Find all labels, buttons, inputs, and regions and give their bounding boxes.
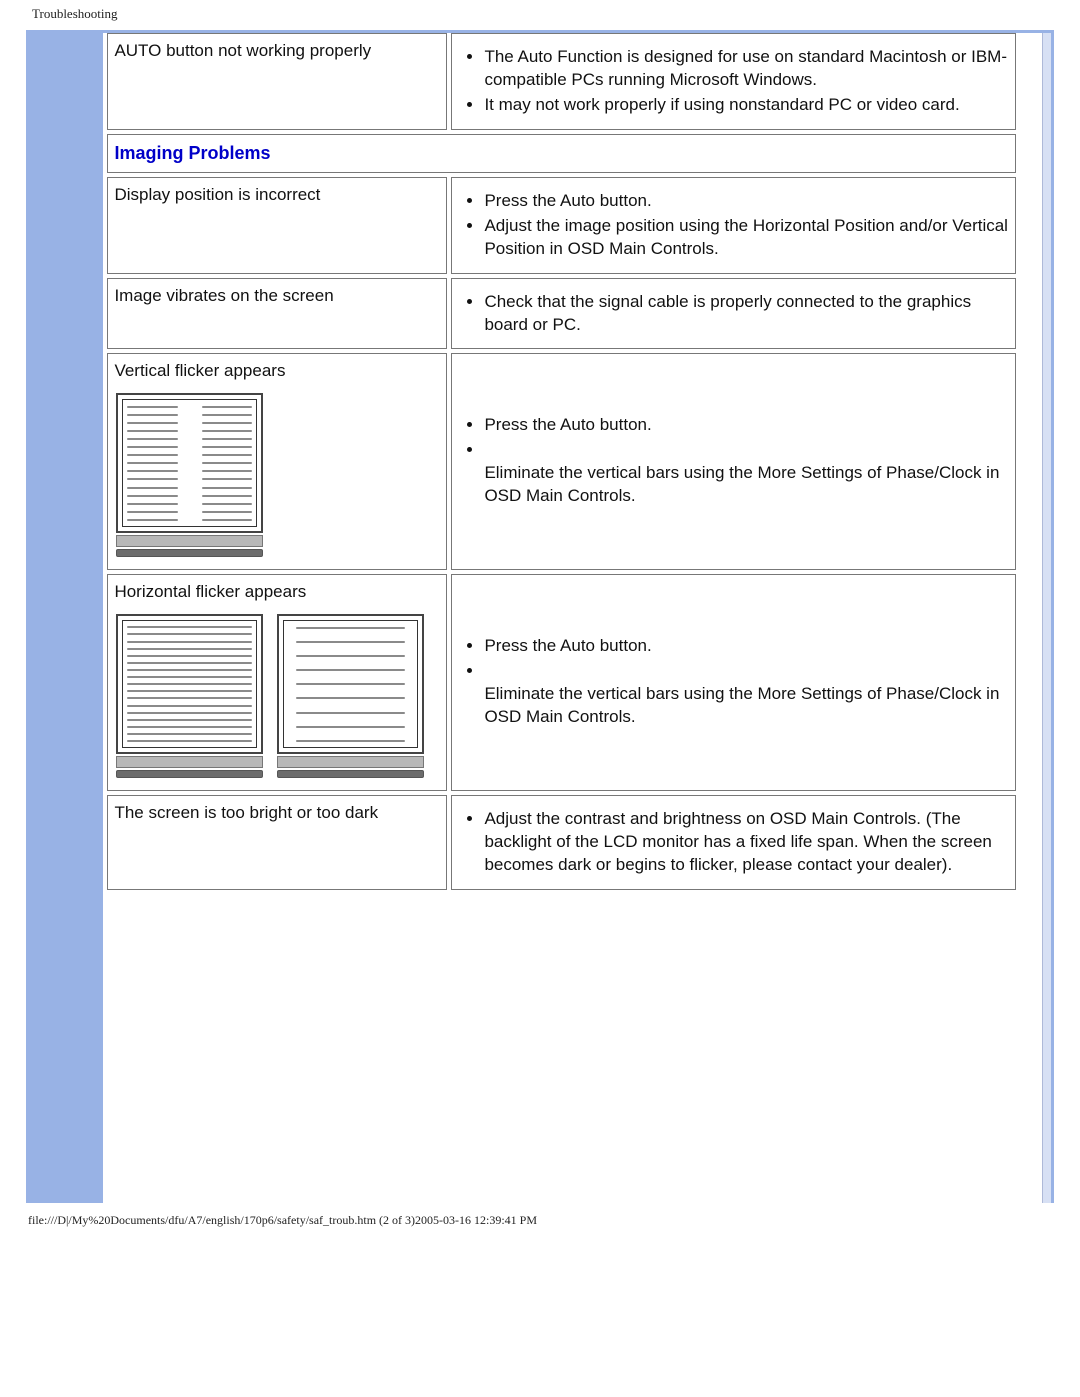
- list-item-text: Eliminate the vertical bars using the Mo…: [484, 463, 999, 505]
- list-item-text: Eliminate the vertical bars using the Mo…: [484, 684, 999, 726]
- left-sidebar: [29, 33, 103, 1203]
- footer-path: file:///D|/My%20Documents/dfu/A7/english…: [0, 1203, 1080, 1258]
- issue-cell: Image vibrates on the screen: [107, 278, 447, 350]
- monitor-icon: [116, 614, 263, 778]
- content-area: AUTO button not working properly The Aut…: [103, 33, 1042, 1203]
- section-header-cell: Imaging Problems: [107, 134, 1016, 173]
- issue-label: Horizontal flicker appears: [114, 581, 440, 604]
- solution-cell: Press the Auto button. Eliminate the ver…: [451, 353, 1016, 570]
- issue-cell: AUTO button not working properly: [107, 33, 447, 130]
- list-item: Check that the signal cable is properly …: [484, 291, 1009, 337]
- list-item: Adjust the contrast and brightness on OS…: [484, 808, 1009, 877]
- monitor-icon: [277, 614, 424, 778]
- section-heading: Imaging Problems: [114, 143, 270, 163]
- list-item: The Auto Function is designed for use on…: [484, 46, 1009, 92]
- table-row: Vertical flicker appears: [107, 353, 1016, 570]
- solution-cell: Press the Auto button. Adjust the image …: [451, 177, 1016, 274]
- scrollbar[interactable]: [1042, 33, 1051, 1203]
- table-row: Imaging Problems: [107, 134, 1016, 173]
- issue-label: Vertical flicker appears: [114, 360, 440, 383]
- troubleshooting-table: AUTO button not working properly The Aut…: [103, 29, 1020, 894]
- table-row: Display position is incorrect Press the …: [107, 177, 1016, 274]
- list-item: Eliminate the vertical bars using the Mo…: [484, 660, 1009, 729]
- solution-cell: The Auto Function is designed for use on…: [451, 33, 1016, 130]
- issue-cell: The screen is too bright or too dark: [107, 795, 447, 890]
- list-item: Press the Auto button.: [484, 190, 1009, 213]
- list-item: Press the Auto button.: [484, 414, 1009, 437]
- solution-cell: Press the Auto button. Eliminate the ver…: [451, 574, 1016, 791]
- monitor-icon: [116, 393, 263, 557]
- issue-cell: Vertical flicker appears: [107, 353, 447, 570]
- list-item: It may not work properly if using nonsta…: [484, 94, 1009, 117]
- list-item: Adjust the image position using the Hori…: [484, 215, 1009, 261]
- table-row: The screen is too bright or too dark Adj…: [107, 795, 1016, 890]
- solution-cell: Check that the signal cable is properly …: [451, 278, 1016, 350]
- document-frame: AUTO button not working properly The Aut…: [26, 30, 1054, 1203]
- page-title: Troubleshooting: [0, 0, 1080, 30]
- list-item: Press the Auto button.: [484, 635, 1009, 658]
- issue-cell: Display position is incorrect: [107, 177, 447, 274]
- table-row: Horizontal flicker appears: [107, 574, 1016, 791]
- table-row: Image vibrates on the screen Check that …: [107, 278, 1016, 350]
- table-row: AUTO button not working properly The Aut…: [107, 33, 1016, 130]
- issue-cell: Horizontal flicker appears: [107, 574, 447, 791]
- solution-cell: Adjust the contrast and brightness on OS…: [451, 795, 1016, 890]
- list-item: Eliminate the vertical bars using the Mo…: [484, 439, 1009, 508]
